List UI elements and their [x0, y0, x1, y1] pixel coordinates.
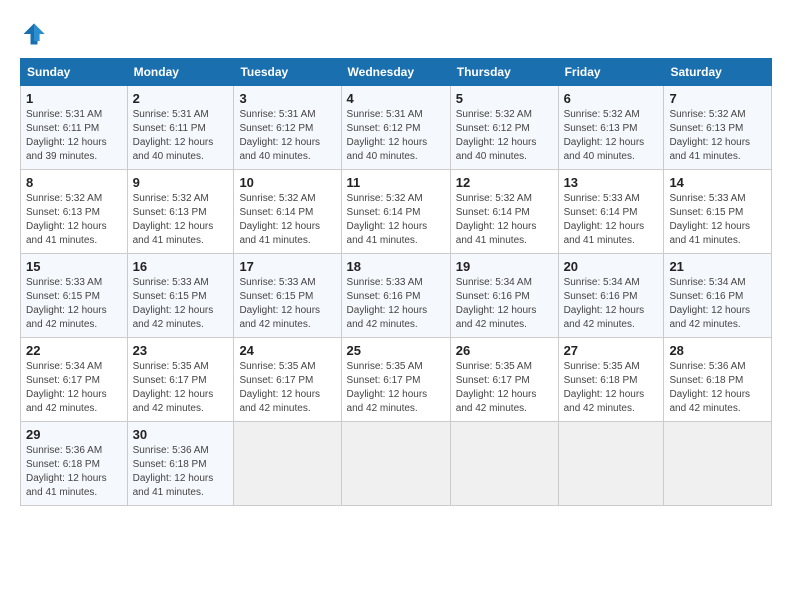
logo-icon [20, 20, 48, 48]
calendar-header-row: Sunday Monday Tuesday Wednesday Thursday… [21, 59, 772, 86]
table-row: 3Sunrise: 5:31 AM Sunset: 6:12 PM Daylig… [234, 86, 341, 170]
calendar-week-2: 8Sunrise: 5:32 AM Sunset: 6:13 PM Daylig… [21, 170, 772, 254]
table-row: 8Sunrise: 5:32 AM Sunset: 6:13 PM Daylig… [21, 170, 128, 254]
col-wednesday: Wednesday [341, 59, 450, 86]
table-row: 30Sunrise: 5:36 AM Sunset: 6:18 PM Dayli… [127, 422, 234, 506]
table-row: 13Sunrise: 5:33 AM Sunset: 6:14 PM Dayli… [558, 170, 664, 254]
table-row [558, 422, 664, 506]
table-row: 12Sunrise: 5:32 AM Sunset: 6:14 PM Dayli… [450, 170, 558, 254]
calendar-week-1: 1Sunrise: 5:31 AM Sunset: 6:11 PM Daylig… [21, 86, 772, 170]
col-sunday: Sunday [21, 59, 128, 86]
table-row: 16Sunrise: 5:33 AM Sunset: 6:15 PM Dayli… [127, 254, 234, 338]
calendar-week-3: 15Sunrise: 5:33 AM Sunset: 6:15 PM Dayli… [21, 254, 772, 338]
table-row: 14Sunrise: 5:33 AM Sunset: 6:15 PM Dayli… [664, 170, 772, 254]
calendar-body: 1Sunrise: 5:31 AM Sunset: 6:11 PM Daylig… [21, 86, 772, 506]
table-row: 17Sunrise: 5:33 AM Sunset: 6:15 PM Dayli… [234, 254, 341, 338]
table-row: 19Sunrise: 5:34 AM Sunset: 6:16 PM Dayli… [450, 254, 558, 338]
table-row [234, 422, 341, 506]
table-row: 15Sunrise: 5:33 AM Sunset: 6:15 PM Dayli… [21, 254, 128, 338]
table-row: 20Sunrise: 5:34 AM Sunset: 6:16 PM Dayli… [558, 254, 664, 338]
col-tuesday: Tuesday [234, 59, 341, 86]
table-row [450, 422, 558, 506]
table-row: 24Sunrise: 5:35 AM Sunset: 6:17 PM Dayli… [234, 338, 341, 422]
table-row: 27Sunrise: 5:35 AM Sunset: 6:18 PM Dayli… [558, 338, 664, 422]
table-row: 2Sunrise: 5:31 AM Sunset: 6:11 PM Daylig… [127, 86, 234, 170]
calendar-week-5: 29Sunrise: 5:36 AM Sunset: 6:18 PM Dayli… [21, 422, 772, 506]
table-row: 23Sunrise: 5:35 AM Sunset: 6:17 PM Dayli… [127, 338, 234, 422]
col-thursday: Thursday [450, 59, 558, 86]
table-row: 28Sunrise: 5:36 AM Sunset: 6:18 PM Dayli… [664, 338, 772, 422]
table-row: 5Sunrise: 5:32 AM Sunset: 6:12 PM Daylig… [450, 86, 558, 170]
calendar-week-4: 22Sunrise: 5:34 AM Sunset: 6:17 PM Dayli… [21, 338, 772, 422]
table-row: 29Sunrise: 5:36 AM Sunset: 6:18 PM Dayli… [21, 422, 128, 506]
table-row: 9Sunrise: 5:32 AM Sunset: 6:13 PM Daylig… [127, 170, 234, 254]
table-row [664, 422, 772, 506]
table-row: 25Sunrise: 5:35 AM Sunset: 6:17 PM Dayli… [341, 338, 450, 422]
col-saturday: Saturday [664, 59, 772, 86]
table-row: 22Sunrise: 5:34 AM Sunset: 6:17 PM Dayli… [21, 338, 128, 422]
table-row [341, 422, 450, 506]
table-row: 21Sunrise: 5:34 AM Sunset: 6:16 PM Dayli… [664, 254, 772, 338]
table-row: 11Sunrise: 5:32 AM Sunset: 6:14 PM Dayli… [341, 170, 450, 254]
col-monday: Monday [127, 59, 234, 86]
page-header [20, 20, 772, 48]
table-row: 4Sunrise: 5:31 AM Sunset: 6:12 PM Daylig… [341, 86, 450, 170]
calendar-table: Sunday Monday Tuesday Wednesday Thursday… [20, 58, 772, 506]
table-row: 7Sunrise: 5:32 AM Sunset: 6:13 PM Daylig… [664, 86, 772, 170]
logo [20, 20, 52, 48]
table-row: 1Sunrise: 5:31 AM Sunset: 6:11 PM Daylig… [21, 86, 128, 170]
table-row: 10Sunrise: 5:32 AM Sunset: 6:14 PM Dayli… [234, 170, 341, 254]
table-row: 6Sunrise: 5:32 AM Sunset: 6:13 PM Daylig… [558, 86, 664, 170]
table-row: 26Sunrise: 5:35 AM Sunset: 6:17 PM Dayli… [450, 338, 558, 422]
table-row: 18Sunrise: 5:33 AM Sunset: 6:16 PM Dayli… [341, 254, 450, 338]
col-friday: Friday [558, 59, 664, 86]
